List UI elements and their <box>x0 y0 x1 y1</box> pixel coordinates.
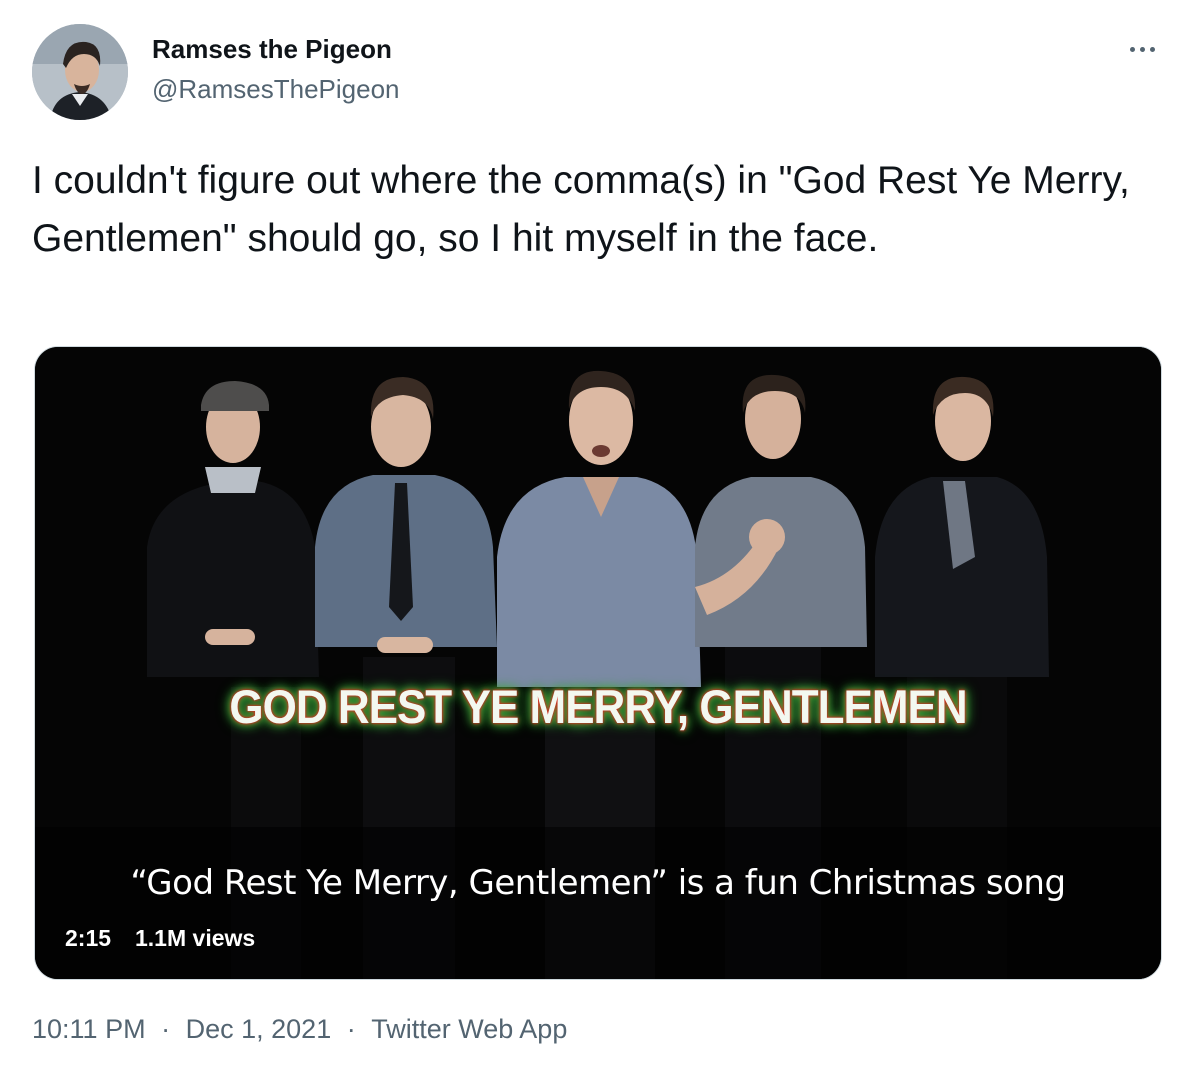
author-handle[interactable]: @RamsesThePigeon <box>152 74 400 105</box>
video-player[interactable]: GOD REST YE MERRY, GENTLEMEN “God Rest Y… <box>34 346 1162 980</box>
meta-separator: · <box>161 1014 171 1044</box>
tweet-text: I couldn't figure out where the comma(s)… <box>32 159 1141 260</box>
avatar-image <box>32 24 128 120</box>
video-title-overlay: GOD REST YE MERRY, GENTLEMEN <box>229 681 967 734</box>
more-horizontal-icon <box>1139 46 1145 52</box>
tweet-meta: 10:11 PM · Dec 1, 2021 · Twitter Web App <box>32 1014 567 1045</box>
video-duration: 2:15 <box>65 925 112 951</box>
tweet-time[interactable]: 10:11 PM <box>32 1014 146 1045</box>
more-horizontal-icon <box>1149 46 1155 52</box>
tweet-date[interactable]: Dec 1, 2021 <box>186 1014 332 1045</box>
more-options-button[interactable] <box>1122 34 1162 64</box>
more-horizontal-icon <box>1129 46 1135 52</box>
video-views: 1.1M views <box>135 925 256 951</box>
tweet-source[interactable]: Twitter Web App <box>371 1014 567 1045</box>
avatar[interactable] <box>32 24 128 120</box>
author-name[interactable]: Ramses the Pigeon <box>152 34 392 65</box>
meta-separator: · <box>346 1014 356 1044</box>
video-caption: “God Rest Ye Merry, Gentlemen” is a fun … <box>130 863 1066 903</box>
